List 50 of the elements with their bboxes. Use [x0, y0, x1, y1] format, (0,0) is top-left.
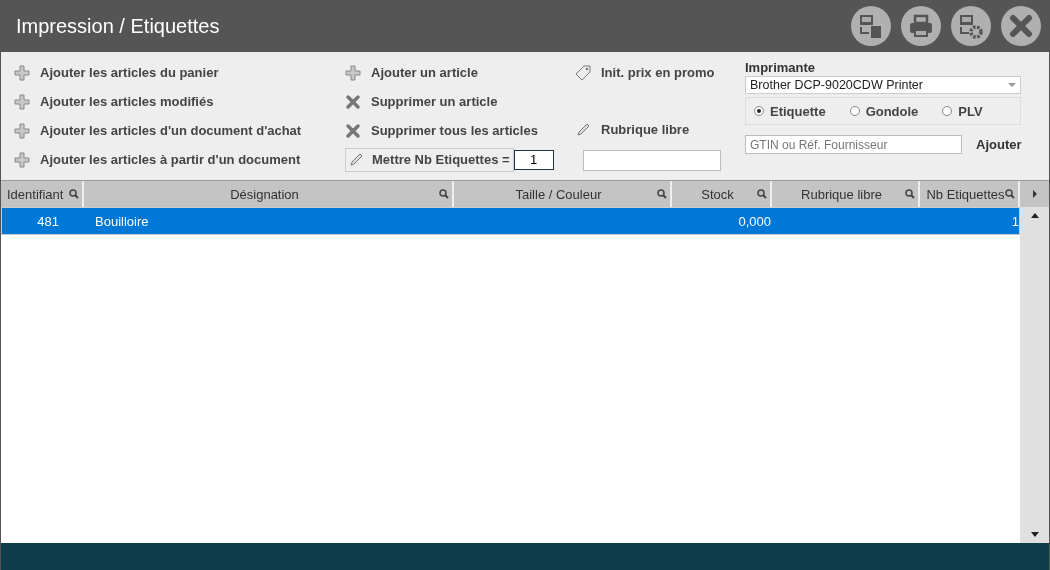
- plus-icon: [345, 64, 361, 81]
- set-count-button[interactable]: Mettre Nb Etiquettes =: [345, 147, 514, 172]
- plus-icon: [14, 64, 30, 81]
- action-link[interactable]: Ajouter un article: [345, 58, 575, 87]
- printer-settings-button[interactable]: [951, 6, 991, 46]
- table-cell: 1: [1011, 213, 1019, 229]
- promo-link[interactable]: Init. prix en promo: [575, 58, 745, 87]
- pencil-icon: [575, 121, 591, 138]
- add-button[interactable]: Ajouter: [976, 137, 1022, 152]
- scroll-up-icon[interactable]: [1030, 213, 1039, 218]
- table-cell: Bouilloire: [95, 213, 149, 229]
- action-link[interactable]: Ajouter les articles du panier: [14, 58, 345, 87]
- search-icon[interactable]: [657, 189, 667, 199]
- print-button[interactable]: [901, 6, 941, 46]
- radio-option[interactable]: Gondole: [849, 103, 919, 119]
- tag-icon: [575, 64, 591, 81]
- search-icon[interactable]: [1005, 189, 1015, 199]
- radio-option[interactable]: PLV: [942, 103, 983, 119]
- table-cell: 481: [37, 213, 59, 229]
- window-title: Impression / Etiquettes: [16, 14, 220, 38]
- gtin-field[interactable]: GTIN ou Réf. Fournisseur: [745, 135, 962, 154]
- plus-icon: [14, 151, 30, 168]
- plus-icon: [14, 93, 30, 110]
- table-cell: 0,000: [738, 213, 771, 229]
- free-field-input[interactable]: [583, 150, 721, 171]
- table-row[interactable]: 481 Bouilloire 0,000 1: [1, 207, 1020, 235]
- scroll-down-icon[interactable]: [1030, 532, 1039, 537]
- pencil-icon: [348, 151, 364, 168]
- count-field[interactable]: 1: [513, 149, 554, 170]
- action-link[interactable]: Ajouter les articles modifiés: [14, 87, 345, 116]
- action-link[interactable]: Supprimer tous les articles: [345, 116, 575, 145]
- cross-icon: [345, 93, 361, 110]
- plus-icon: [14, 122, 30, 139]
- search-icon[interactable]: [757, 189, 767, 199]
- action-link[interactable]: Ajouter les articles à partir d'un document: [14, 145, 345, 174]
- scrollbar[interactable]: [1020, 207, 1049, 543]
- search-icon[interactable]: [905, 189, 915, 199]
- close-button[interactable]: [1001, 6, 1041, 46]
- search-icon[interactable]: [439, 189, 449, 199]
- printer-label: Imprimante: [745, 60, 817, 76]
- action-link[interactable]: Supprimer un article: [345, 87, 575, 116]
- print-list-button[interactable]: [851, 6, 891, 46]
- caret-icon: [1031, 190, 1038, 198]
- action-link[interactable]: Ajouter les articles d'un document d'achat: [14, 116, 345, 145]
- search-icon[interactable]: [69, 189, 79, 199]
- caret-icon: [1008, 83, 1016, 87]
- radio-option[interactable]: Etiquette: [754, 103, 826, 119]
- cross-icon: [345, 122, 361, 139]
- printer-select[interactable]: Brother DCP-9020CDW Printer: [745, 76, 1021, 94]
- free-field-link[interactable]: Rubrique libre: [575, 115, 745, 144]
